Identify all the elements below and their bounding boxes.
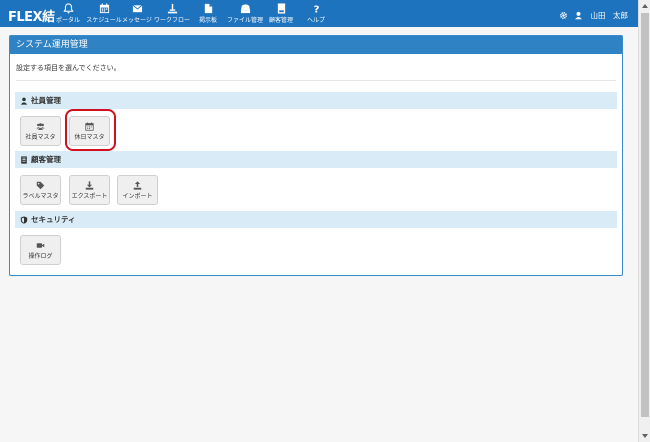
help-icon: ?: [294, 3, 338, 16]
highlight-annotation: [65, 109, 116, 151]
nav-user-area: 山田 太郎: [559, 9, 629, 21]
tile-label: ラベルマスタ: [22, 193, 59, 200]
vertical-scrollbar[interactable]: [638, 0, 650, 442]
user-avatar-icon[interactable]: [574, 11, 583, 20]
employee-master-button[interactable]: 社員マスタ: [20, 116, 61, 146]
settings-icon[interactable]: [559, 11, 568, 20]
import-button[interactable]: インポート: [117, 175, 158, 205]
video-camera-icon: [36, 243, 45, 248]
top-navbar: FLEX結 ポータル スケジュール メッセージ ワークフロー 掲示板 ファイル管…: [0, 0, 638, 27]
scroll-up-arrow-icon[interactable]: [641, 2, 649, 10]
section-title: セキュリティ: [31, 215, 76, 224]
scroll-thumb[interactable]: [641, 13, 649, 417]
section-employee-management: 社員管理: [15, 92, 617, 109]
nav-help-label: ヘルプ: [306, 17, 325, 24]
label-master-button[interactable]: ラベルマスタ: [20, 175, 61, 205]
tile-label: エクスポート: [71, 193, 108, 200]
section-title: 社員管理: [31, 96, 61, 105]
section-customer-management: 顧客管理: [15, 151, 617, 168]
scroll-down-arrow-icon[interactable]: [641, 432, 649, 440]
operation-log-button[interactable]: 操作ログ: [20, 235, 61, 265]
export-button[interactable]: エクスポート: [69, 175, 110, 205]
users-icon: [36, 123, 45, 130]
shield-icon: [20, 215, 28, 224]
svg-text:?: ?: [313, 5, 319, 14]
section-security: セキュリティ: [15, 211, 617, 228]
instruction-text: 設定する項目を選んでください。: [16, 64, 121, 72]
nav-help[interactable]: ? ヘルプ: [294, 3, 338, 25]
upload-icon: [133, 181, 142, 190]
panel-title: システム運用管理: [10, 36, 622, 54]
tile-label: インポート: [122, 193, 153, 200]
divider: [16, 80, 616, 81]
tag-icon: [36, 181, 45, 190]
address-book-icon: [21, 155, 27, 164]
user-name[interactable]: 山田 太郎: [591, 10, 629, 21]
section-title: 顧客管理: [31, 155, 61, 164]
tile-label: 社員マスタ: [25, 134, 56, 141]
tile-label: 操作ログ: [28, 253, 53, 260]
user-icon: [20, 97, 28, 105]
system-admin-panel: システム運用管理 設定する項目を選んでください。 社員管理 社員マスタ 休日マス…: [9, 35, 623, 276]
download-icon: [85, 181, 94, 190]
